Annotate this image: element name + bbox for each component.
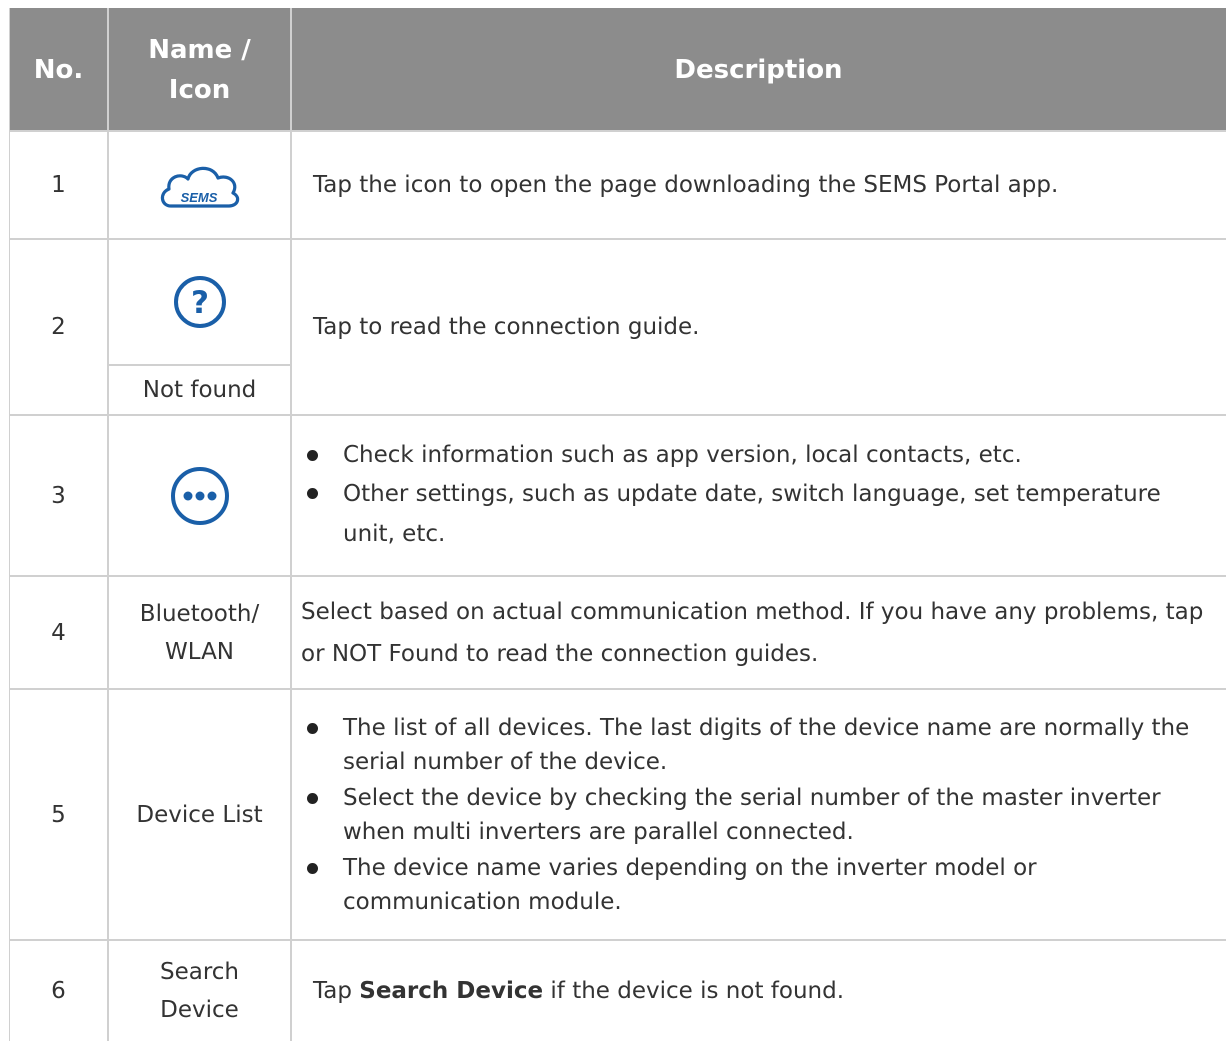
row-5-number: 5 <box>51 801 66 828</box>
header-no: No. <box>33 54 84 85</box>
row-6-desc-suffix: if the device is not found. <box>543 977 845 1004</box>
row-3-description: Check information such as app version, l… <box>291 415 1226 576</box>
row-1-description: Tap the icon to open the page downloadin… <box>313 172 1059 198</box>
row-4-name: Bluetooth/ WLAN <box>108 576 291 689</box>
bullet-dot <box>307 862 318 874</box>
row-3-icon-cell <box>108 415 291 576</box>
svg-text:?: ? <box>191 285 209 321</box>
row-5-bullet-list: The list of all devices. The last digits… <box>301 709 1218 921</box>
header-name-icon: Name / Icon <box>108 8 291 131</box>
row-6-desc-bold: Search Device <box>359 977 544 1004</box>
row-5-name: Device List <box>136 801 263 828</box>
row-1-number: 1 <box>51 172 66 198</box>
row-2-number: 2 <box>51 314 66 340</box>
row-6-description: Tap Search Device if the device is not f… <box>291 940 1226 1041</box>
row-4-number: 4 <box>51 619 66 646</box>
header-name-line1: Name / <box>148 34 251 65</box>
bullet-dot <box>307 722 318 734</box>
list-item: The device name varies depending on the … <box>301 851 1218 919</box>
row-6-name: Search Device <box>108 940 291 1041</box>
header-name-line2: Icon <box>168 74 231 105</box>
list-item: Select the device by checking the serial… <box>301 781 1218 849</box>
row-4-name-line2: WLAN <box>164 638 235 665</box>
question-circle-icon: ? <box>173 276 226 328</box>
row-1-icon-cell: SEMS <box>108 131 291 239</box>
row-6-name-line2: Device <box>160 996 239 1023</box>
list-item: The list of all devices. The last digits… <box>301 711 1218 779</box>
row-2-description: Tap to read the connection guide. <box>313 314 700 340</box>
row-3-bullet-list: Check information such as app version, l… <box>301 436 1218 556</box>
row-6-desc-prefix: Tap <box>313 977 360 1004</box>
sems-cloud-icon: SEMS <box>160 166 239 208</box>
bullet-dot <box>307 487 318 499</box>
svg-text:SEMS: SEMS <box>180 190 217 205</box>
row-2-icon-cell: ? <box>108 239 291 365</box>
row-4-description: Select based on actual communication met… <box>301 598 1204 667</box>
more-dots-icon <box>170 466 229 525</box>
row-4-name-line1: Bluetooth/ <box>139 600 260 627</box>
list-item: Check information such as app version, l… <box>301 438 1218 472</box>
row-3-number: 3 <box>51 482 66 509</box>
bullet-dot <box>307 449 318 461</box>
row-2-name: Not found <box>142 377 257 403</box>
header-description: Description <box>674 54 843 85</box>
row-6-number: 6 <box>51 977 66 1004</box>
row-5-description: The list of all devices. The last digits… <box>291 689 1226 940</box>
row-6-name-line1: Search <box>159 958 240 985</box>
list-item: Other settings, such as update date, swi… <box>301 474 1218 554</box>
bullet-dot <box>307 792 318 804</box>
